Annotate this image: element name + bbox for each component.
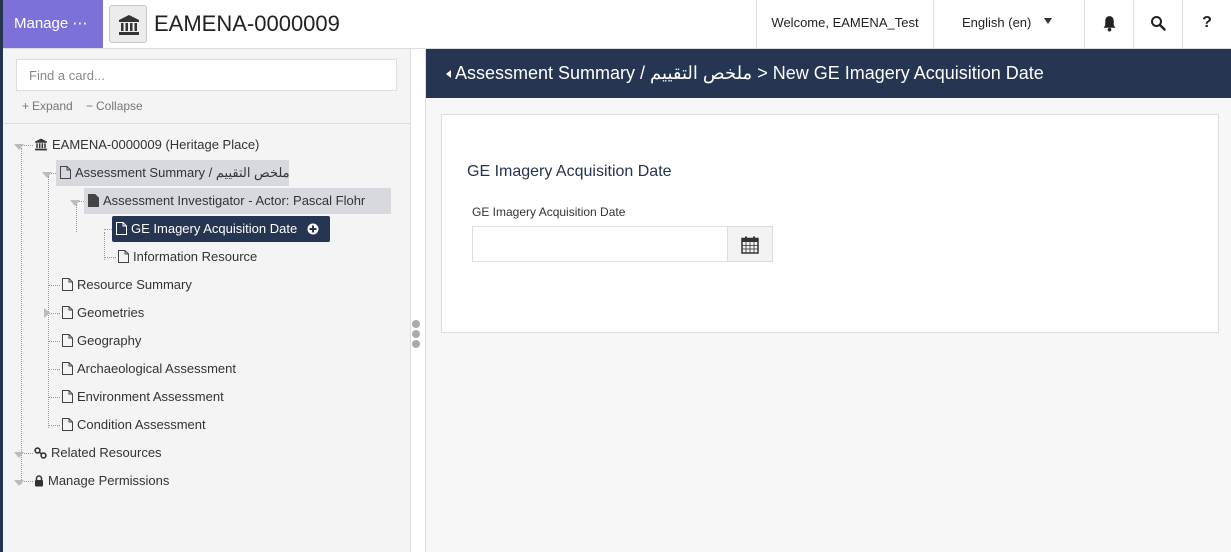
tree-item-label: Geography: [77, 333, 142, 348]
tree-item-label: Condition Assessment: [77, 417, 206, 432]
resource-title: EAMENA-0000009: [154, 11, 340, 36]
resize-dot: [412, 320, 420, 328]
resize-dot: [412, 340, 420, 348]
tree-toggle-open-icon[interactable]: [42, 172, 52, 178]
tree-item-label: GE Imagery Acquisition Date: [131, 221, 298, 236]
file-icon: [62, 362, 73, 375]
collapse-label: Collapse: [96, 99, 143, 113]
back-caret-icon[interactable]: [446, 70, 451, 78]
file-icon: [116, 222, 127, 235]
tree-item-assessment-summary[interactable]: Assessment Summary / ملخص التقييم: [56, 160, 290, 186]
file-icon: [118, 250, 129, 263]
tree-item-label: Environment Assessment: [77, 389, 224, 404]
file-filled-icon: [88, 194, 99, 207]
tree-toggle-open-icon[interactable]: [14, 480, 24, 486]
left-edge-strip: [0, 0, 3, 552]
file-icon: [62, 278, 73, 291]
tree-item-label: Assessment Summary / ملخص التقييم: [75, 165, 290, 180]
link-icon: [34, 447, 47, 459]
bell-icon: [1103, 16, 1116, 32]
tree-item-root[interactable]: EAMENA-0000009 (Heritage Place): [30, 132, 265, 158]
tree-connector: [104, 232, 105, 260]
card-breadcrumb-bar: Assessment Summary / ملخص التقييم > New …: [426, 49, 1231, 98]
caret-down-icon: [1044, 18, 1052, 24]
tree-item-geometries[interactable]: Geometries: [58, 300, 150, 326]
find-card-input[interactable]: [16, 59, 397, 91]
language-select[interactable]: English (en): [933, 0, 1084, 48]
tree-item-information-resource[interactable]: Information Resource: [114, 244, 263, 270]
form-title: GE Imagery Acquisition Date: [467, 163, 672, 180]
top-navbar: Manage ⋯ EAMENA-0000009 Welcome, EAMENA_…: [0, 0, 1231, 49]
add-circle-icon[interactable]: [307, 223, 319, 235]
tree-toggle-closed-icon[interactable]: [44, 308, 50, 318]
tree-item-label: Geometries: [77, 305, 145, 320]
file-icon: [62, 334, 73, 347]
tree-item-label: Archaeological Assessment: [77, 361, 236, 376]
landmark-icon: [35, 138, 47, 151]
date-picker-button[interactable]: [727, 226, 773, 262]
tree-item-label: Related Resources: [51, 445, 162, 460]
tree-connector: [48, 176, 49, 428]
help-button[interactable]: ?: [1182, 0, 1231, 48]
tree-connector: [76, 204, 77, 232]
tree-toggle-open-icon[interactable]: [14, 144, 24, 150]
tree-item-ge-imagery[interactable]: GE Imagery Acquisition Date: [112, 216, 330, 242]
tree-item-environment-assessment[interactable]: Environment Assessment: [58, 384, 230, 410]
tree-item-condition-assessment[interactable]: Condition Assessment: [58, 412, 212, 438]
file-icon: [62, 306, 73, 319]
language-label: English (en): [962, 15, 1032, 30]
tree-item-label: Assessment Investigator - Actor: Pascal …: [103, 193, 366, 208]
collapse-all-button[interactable]: − Collapse: [86, 99, 143, 113]
tree-item-manage-permissions[interactable]: Manage Permissions: [30, 468, 175, 494]
tree-item-resource-summary[interactable]: Resource Summary: [58, 272, 198, 298]
search-button[interactable]: [1133, 0, 1182, 48]
panel-divider: [3, 123, 411, 124]
ge-imagery-date-input[interactable]: [472, 226, 728, 262]
calendar-icon: [741, 236, 759, 254]
notifications-button[interactable]: [1084, 0, 1133, 48]
expand-all-button[interactable]: + Expand: [22, 99, 73, 113]
tree-connector: [21, 148, 22, 484]
panel-resize-handle[interactable]: [412, 320, 422, 350]
landmark-icon: [109, 5, 147, 43]
welcome-user-link[interactable]: Welcome, EAMENA_Test: [756, 0, 933, 48]
lock-icon: [35, 475, 43, 487]
card-editor-panel: Assessment Summary / ملخص التقييم > New …: [425, 49, 1231, 552]
tree-toggle-open-icon[interactable]: [70, 200, 80, 206]
manage-button[interactable]: Manage ⋯: [3, 0, 103, 48]
breadcrumb[interactable]: Assessment Summary / ملخص التقييم > New …: [455, 63, 1044, 83]
minus-icon: −: [86, 99, 94, 113]
tree-item-label: Resource Summary: [77, 277, 192, 292]
search-icon: [1151, 16, 1166, 31]
card-form: GE Imagery Acquisition Date GE Imagery A…: [441, 114, 1219, 333]
tree-item-related-resources[interactable]: Related Resources: [30, 440, 168, 466]
plus-icon: +: [22, 99, 30, 113]
tree-item-geography[interactable]: Geography: [58, 328, 147, 354]
resize-dot: [412, 330, 420, 338]
field-label: GE Imagery Acquisition Date: [472, 205, 626, 219]
tree-item-assessment-investigator[interactable]: Assessment Investigator - Actor: Pascal …: [84, 188, 391, 214]
tree-item-label: EAMENA-0000009 (Heritage Place): [52, 137, 260, 152]
file-icon: [60, 166, 71, 179]
tree-toggle-open-icon[interactable]: [14, 452, 24, 458]
tree-item-archaeological-assessment[interactable]: Archaeological Assessment: [58, 356, 242, 382]
file-icon: [62, 418, 73, 431]
tree-item-label: Manage Permissions: [48, 473, 170, 488]
file-icon: [62, 390, 73, 403]
expand-label: Expand: [32, 99, 73, 113]
tree-item-label: Information Resource: [133, 249, 258, 264]
